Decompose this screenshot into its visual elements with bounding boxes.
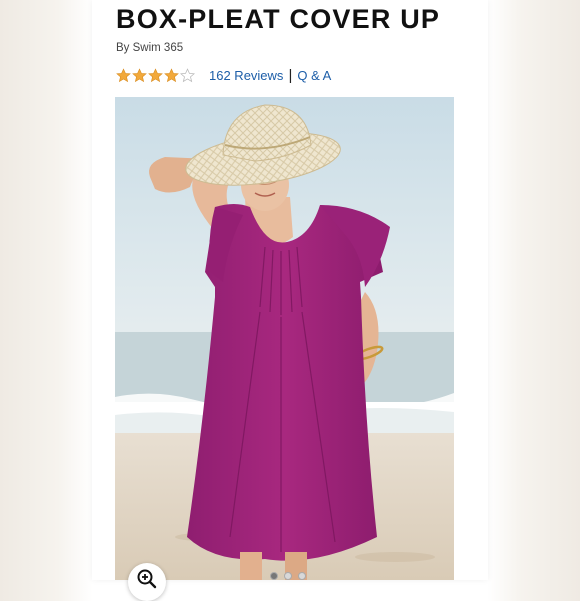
product-photo-illustration [115,97,454,580]
link-separator: | [288,66,293,84]
star-full-icon [116,67,131,82]
star-full-icon [148,67,163,82]
zoom-button[interactable] [128,563,166,601]
carousel-dot[interactable] [298,572,306,580]
carousel-dot[interactable] [284,572,292,580]
product-title: BOX-PLEAT COVER UP [116,4,441,34]
carousel-dot[interactable] [270,572,278,580]
star-full-icon [164,67,179,82]
star-full-icon [132,67,147,82]
reviews-link[interactable]: 162 Reviews [209,68,283,83]
zoom-in-icon [137,569,157,589]
carousel-dots [270,572,306,580]
rating-row: 162 Reviews | Q & A [116,66,331,84]
star-empty-icon [180,67,195,82]
product-image[interactable] [115,97,454,580]
star-rating[interactable] [116,67,195,83]
qa-link[interactable]: Q & A [297,68,331,83]
brand-byline[interactable]: By Swim 365 [116,42,183,54]
